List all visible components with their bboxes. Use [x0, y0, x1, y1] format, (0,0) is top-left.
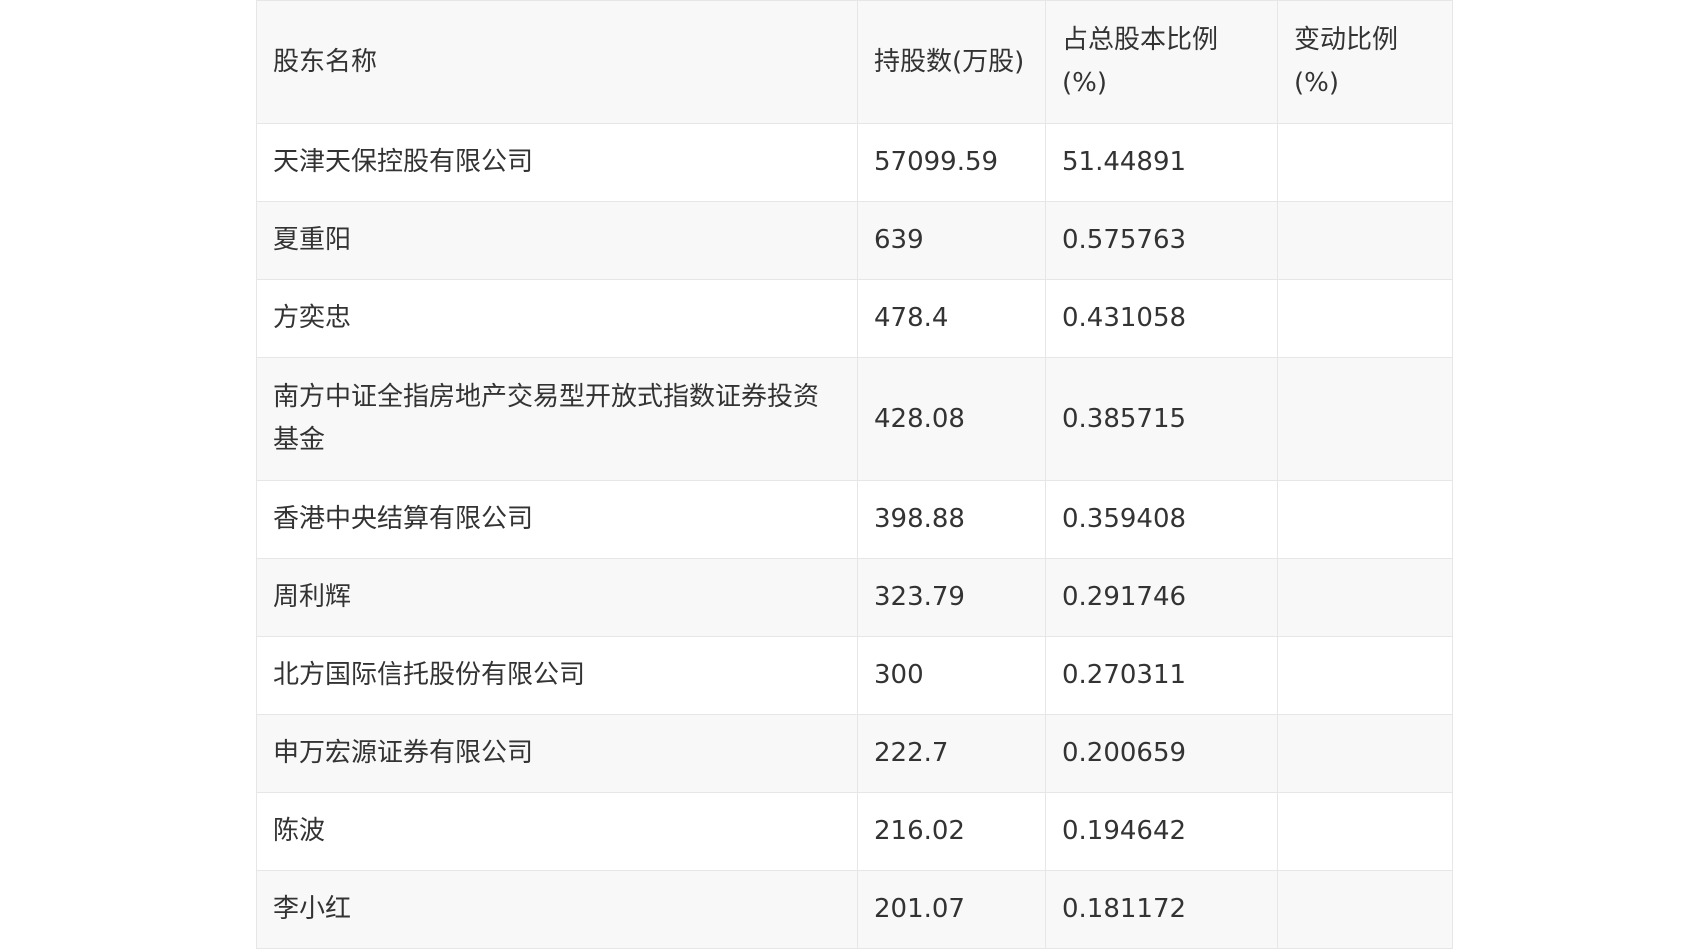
cell-change-ratio	[1277, 558, 1453, 637]
cell-change-ratio	[1277, 714, 1453, 793]
header-shareholder-name: 股东名称	[256, 0, 858, 124]
header-share-ratio: 占总股本比例(%)	[1045, 0, 1278, 124]
cell-change-ratio	[1277, 357, 1453, 481]
table-row: 天津天保控股有限公司 57099.59 51.44891	[256, 123, 1453, 202]
cell-change-ratio	[1277, 279, 1453, 358]
shareholder-table-container: 股东名称 持股数(万股) 占总股本比例(%) 变动比例(%) 天津天保控股有限公…	[256, 0, 1453, 949]
cell-shares-held: 300	[857, 636, 1046, 715]
table-row: 陈波 216.02 0.194642	[256, 792, 1453, 871]
cell-shares-held: 639	[857, 201, 1046, 280]
header-shares-held: 持股数(万股)	[857, 0, 1046, 124]
cell-change-ratio	[1277, 636, 1453, 715]
cell-share-ratio: 0.270311	[1045, 636, 1278, 715]
table-row: 南方中证全指房地产交易型开放式指数证券投资基金 428.08 0.385715	[256, 357, 1453, 481]
cell-shares-held: 201.07	[857, 870, 1046, 949]
cell-shares-held: 323.79	[857, 558, 1046, 637]
cell-share-ratio: 0.181172	[1045, 870, 1278, 949]
cell-shareholder-name: 周利辉	[256, 558, 858, 637]
cell-shares-held: 222.7	[857, 714, 1046, 793]
header-change-ratio: 变动比例(%)	[1277, 0, 1453, 124]
cell-shares-held: 398.88	[857, 480, 1046, 559]
cell-shares-held: 216.02	[857, 792, 1046, 871]
cell-share-ratio: 0.200659	[1045, 714, 1278, 793]
cell-share-ratio: 51.44891	[1045, 123, 1278, 202]
cell-share-ratio: 0.575763	[1045, 201, 1278, 280]
cell-shareholder-name: 北方国际信托股份有限公司	[256, 636, 858, 715]
table-row: 方奕忠 478.4 0.431058	[256, 279, 1453, 358]
cell-shareholder-name: 李小红	[256, 870, 858, 949]
cell-change-ratio	[1277, 201, 1453, 280]
cell-share-ratio: 0.194642	[1045, 792, 1278, 871]
cell-shares-held: 428.08	[857, 357, 1046, 481]
table-row: 周利辉 323.79 0.291746	[256, 558, 1453, 637]
cell-share-ratio: 0.385715	[1045, 357, 1278, 481]
table-row: 李小红 201.07 0.181172	[256, 870, 1453, 949]
cell-shares-held: 478.4	[857, 279, 1046, 358]
cell-change-ratio	[1277, 123, 1453, 202]
table-row: 夏重阳 639 0.575763	[256, 201, 1453, 280]
cell-shareholder-name: 陈波	[256, 792, 858, 871]
table-header-row: 股东名称 持股数(万股) 占总股本比例(%) 变动比例(%)	[256, 0, 1453, 124]
cell-change-ratio	[1277, 792, 1453, 871]
table-row: 香港中央结算有限公司 398.88 0.359408	[256, 480, 1453, 559]
table-row: 申万宏源证券有限公司 222.7 0.200659	[256, 714, 1453, 793]
cell-shareholder-name: 夏重阳	[256, 201, 858, 280]
cell-shareholder-name: 方奕忠	[256, 279, 858, 358]
cell-shareholder-name: 香港中央结算有限公司	[256, 480, 858, 559]
cell-share-ratio: 0.431058	[1045, 279, 1278, 358]
cell-change-ratio	[1277, 870, 1453, 949]
cell-change-ratio	[1277, 480, 1453, 559]
cell-shares-held: 57099.59	[857, 123, 1046, 202]
cell-shareholder-name: 天津天保控股有限公司	[256, 123, 858, 202]
table-row: 北方国际信托股份有限公司 300 0.270311	[256, 636, 1453, 715]
cell-share-ratio: 0.359408	[1045, 480, 1278, 559]
shareholder-table: 股东名称 持股数(万股) 占总股本比例(%) 变动比例(%) 天津天保控股有限公…	[256, 0, 1453, 949]
cell-shareholder-name: 申万宏源证券有限公司	[256, 714, 858, 793]
cell-shareholder-name: 南方中证全指房地产交易型开放式指数证券投资基金	[256, 357, 858, 481]
cell-share-ratio: 0.291746	[1045, 558, 1278, 637]
